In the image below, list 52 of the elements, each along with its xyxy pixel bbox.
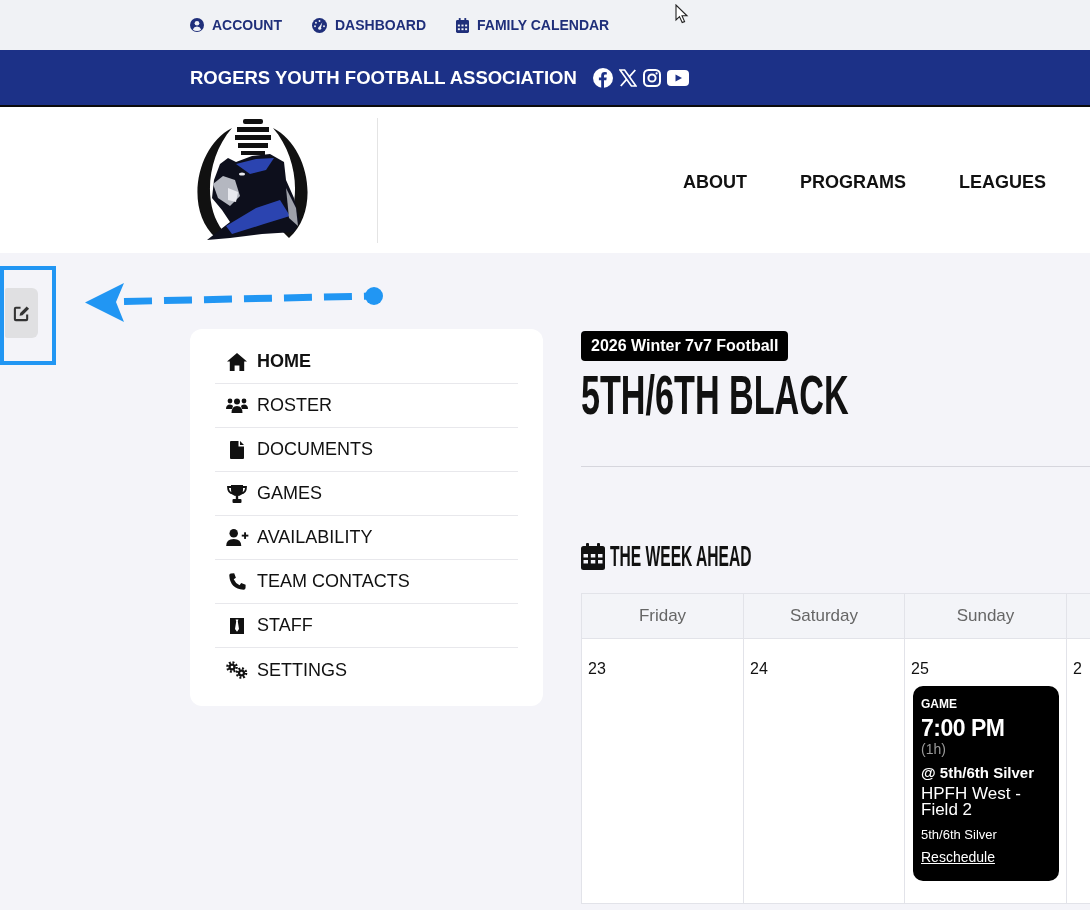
reschedule-link[interactable]: Reschedule xyxy=(921,848,995,866)
sidebar-item[interactable]: DOCUMENTS xyxy=(215,428,518,472)
sidebar-item[interactable]: ROSTER xyxy=(215,384,518,428)
event-team: 5th/6th Silver xyxy=(921,826,997,843)
edit-icon xyxy=(13,304,30,322)
sidebar-item[interactable]: SETTINGS xyxy=(215,648,518,692)
mouse-cursor-icon xyxy=(675,4,689,24)
calendar-icon xyxy=(581,542,605,570)
season-badge: 2026 Winter 7v7 Football xyxy=(581,331,789,361)
association-name: ROGERS YOUTH FOOTBALL ASSOCIATION xyxy=(190,66,577,89)
top-nav-link[interactable]: DASHBOARD xyxy=(312,17,426,33)
phone-icon xyxy=(228,573,246,590)
youtube-icon[interactable] xyxy=(666,69,689,86)
day-number: 25 xyxy=(911,659,929,678)
top-nav-link[interactable]: ACCOUNT xyxy=(190,17,282,33)
event-duration: (1h) xyxy=(921,740,946,758)
event-time: 7:00 PM xyxy=(921,714,1005,741)
sidebar-item[interactable]: TEAM CONTACTS xyxy=(215,560,518,604)
day-header: Friday xyxy=(581,592,743,639)
event-card[interactable]: GAME 7:00 PM (1h) @ 5th/6th Silver HPFH West - Field 2 5th/6th Silver Reschedule xyxy=(913,685,1059,881)
file-icon xyxy=(230,440,244,459)
sidebar-item[interactable]: HOME xyxy=(215,340,518,384)
user-circle-icon xyxy=(190,18,204,32)
event-opponent: @ 5th/6th Silver xyxy=(921,763,1034,782)
gears-icon xyxy=(226,661,248,679)
user-plus-icon xyxy=(225,529,249,546)
users-icon xyxy=(226,398,248,413)
trophy-icon xyxy=(227,484,247,503)
section-title: THE WEEK AHEAD xyxy=(610,544,752,569)
day-number: 2 xyxy=(1073,659,1082,678)
sidebar-item[interactable]: STAFF xyxy=(215,604,518,648)
gauge-icon xyxy=(312,17,327,33)
team-title: 5TH/6TH BLACK xyxy=(581,373,849,418)
day-header: Sunday xyxy=(904,592,1066,639)
edit-button[interactable] xyxy=(5,288,38,338)
day-header: Saturday xyxy=(743,592,904,639)
event-type: GAME xyxy=(921,696,957,711)
x-logo-icon[interactable] xyxy=(618,68,637,87)
day-number: 24 xyxy=(750,659,768,678)
home-icon xyxy=(227,352,247,371)
instagram-icon[interactable] xyxy=(642,68,661,87)
facebook-icon[interactable] xyxy=(592,67,613,88)
nav-link[interactable]: ABOUT xyxy=(683,171,747,193)
id-badge-icon xyxy=(230,617,244,634)
sidebar-item[interactable]: GAMES xyxy=(215,472,518,516)
day-number: 23 xyxy=(588,659,606,678)
nav-link[interactable]: LEAGUES xyxy=(959,171,1047,193)
top-nav-link[interactable]: FAMILY CALENDAR xyxy=(456,17,610,33)
event-location: HPFH West - Field 2 xyxy=(921,785,1022,818)
calendar-icon xyxy=(456,17,469,33)
nav-link[interactable]: PROGRAMS xyxy=(800,171,906,193)
sidebar-item[interactable]: AVAILABILITY xyxy=(215,516,518,560)
